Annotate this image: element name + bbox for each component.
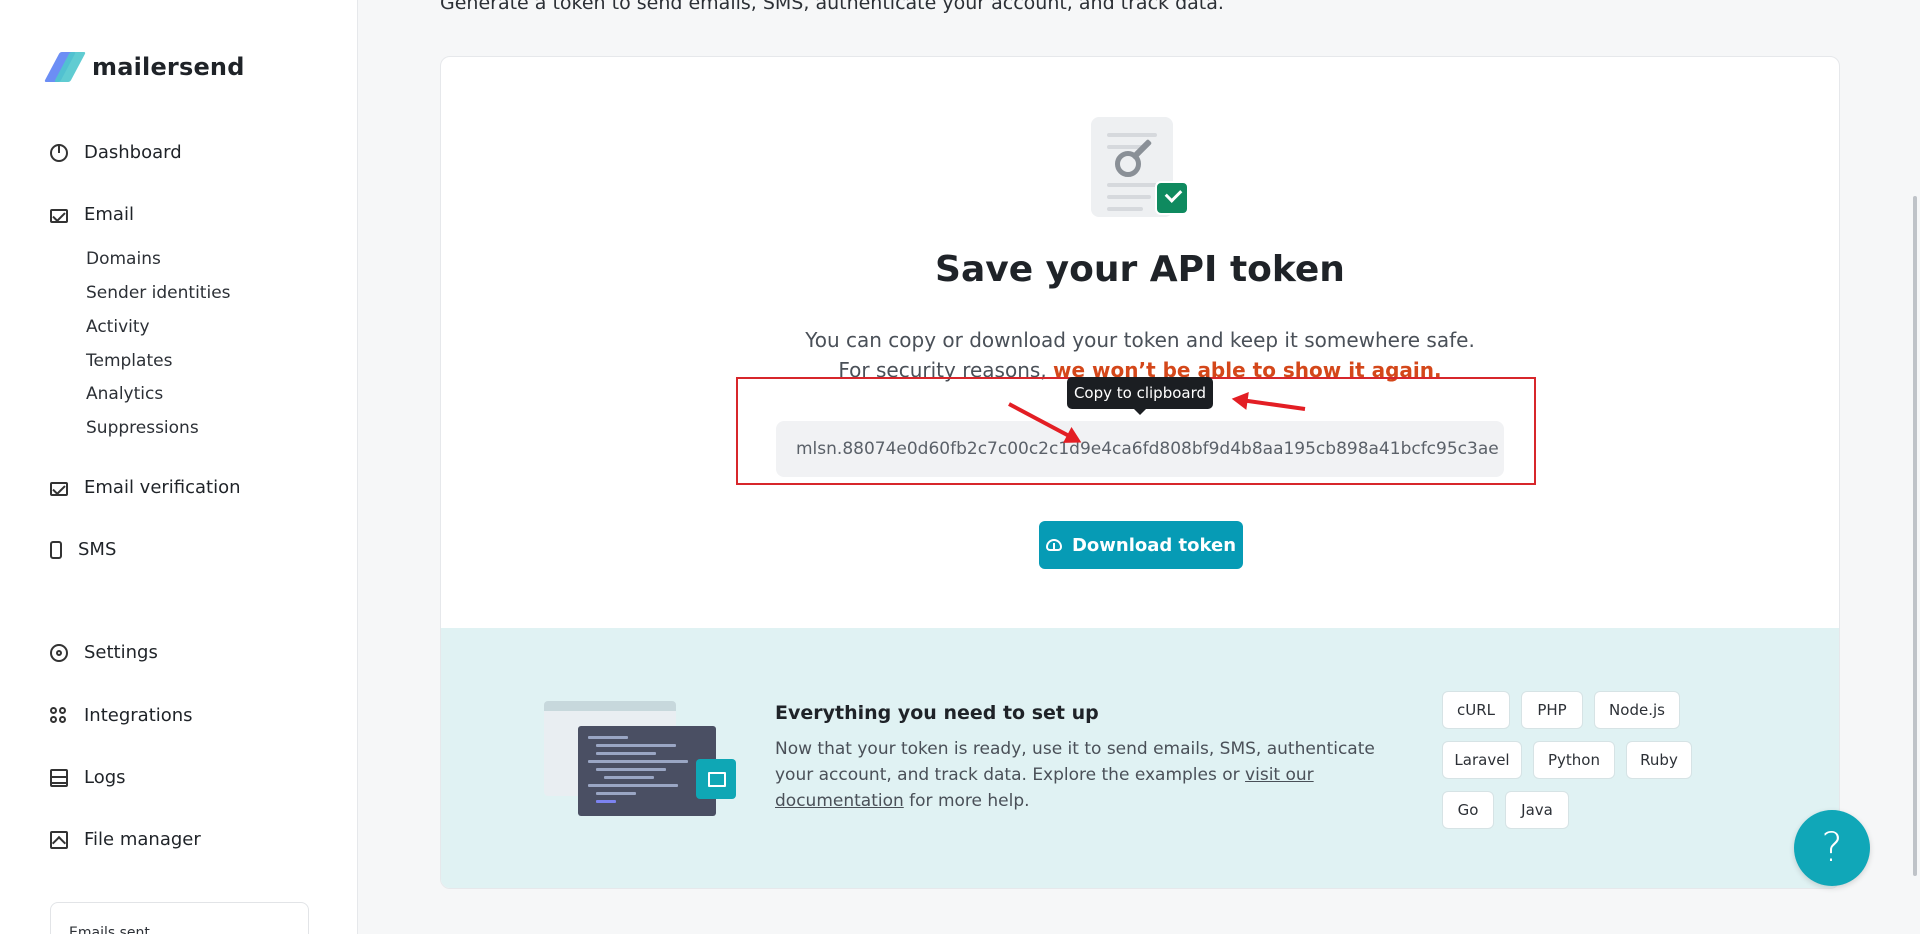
sidebar-item-label: Email verification [84, 477, 241, 498]
setup-title: Everything you need to set up [775, 702, 1099, 724]
download-token-button[interactable]: Download token [1039, 521, 1243, 569]
sidebar-item-label: Logs [84, 767, 126, 788]
token-card: Save your API token You can copy or down… [440, 56, 1840, 889]
sidebar-subitem-analytics[interactable]: Analytics [86, 384, 163, 404]
sidebar-subitem-templates[interactable]: Templates [86, 351, 172, 371]
sidebar-item-label: Integrations [84, 705, 193, 726]
page-description: Generate a token to send emails, SMS, au… [440, 0, 1224, 14]
integrations-icon [50, 706, 68, 725]
check-icon [1155, 181, 1189, 215]
gear-icon [50, 643, 68, 662]
sidebar-item-dashboard[interactable]: Dashboard [50, 142, 182, 163]
sidebar-item-label: Dashboard [84, 142, 182, 163]
emails-sent-widget: Emails sent [50, 902, 309, 934]
emails-sent-label: Emails sent [69, 925, 150, 934]
copy-tooltip: Copy to clipboard [1067, 377, 1213, 415]
logo-icon [44, 52, 86, 82]
chip-php[interactable]: PHP [1521, 691, 1583, 729]
sidebar-item-label: File manager [84, 829, 201, 850]
sms-icon [50, 540, 62, 559]
chip-python[interactable]: Python [1533, 741, 1615, 779]
sidebar-item-file-manager[interactable]: File manager [50, 829, 201, 850]
setup-section: Everything you need to set up Now that y… [441, 628, 1839, 888]
help-button[interactable]: ? [1794, 810, 1870, 886]
logo[interactable]: mailersend [44, 52, 245, 82]
email-verification-icon [50, 481, 68, 496]
code-illustration-icon [544, 701, 736, 816]
hero-line-1: You can copy or download your token and … [805, 328, 1475, 352]
chip-go[interactable]: Go [1442, 791, 1494, 829]
sidebar-item-label: SMS [78, 539, 117, 560]
sidebar-item-label: Email [84, 204, 134, 225]
setup-description: Now that your token is ready, use it to … [775, 736, 1415, 814]
setup-desc-suffix: for more help. [903, 791, 1030, 811]
api-key-document-icon [1091, 117, 1191, 217]
chip-curl[interactable]: cURL [1442, 691, 1510, 729]
page-title: Save your API token [935, 249, 1345, 290]
sidebar-item-logs[interactable]: Logs [50, 767, 126, 788]
chip-nodejs[interactable]: Node.js [1594, 691, 1680, 729]
sidebar-item-sms[interactable]: SMS [50, 539, 116, 560]
sidebar-item-email[interactable]: Email [50, 204, 134, 225]
sidebar-item-settings[interactable]: Settings [50, 642, 158, 663]
sidebar-subitem-suppressions[interactable]: Suppressions [86, 418, 199, 438]
file-manager-icon [50, 830, 68, 849]
sidebar-item-integrations[interactable]: Integrations [50, 705, 193, 726]
sidebar-item-label: Settings [84, 642, 158, 663]
logo-text: mailersend [92, 53, 245, 81]
cloud-download-icon [1045, 539, 1062, 551]
chip-ruby[interactable]: Ruby [1626, 741, 1692, 779]
hero-description: You can copy or download your token and … [441, 325, 1839, 385]
sidebar-subitem-domains[interactable]: Domains [86, 249, 161, 269]
chip-java[interactable]: Java [1505, 791, 1569, 829]
sidebar-item-email-verification[interactable]: Email verification [50, 477, 241, 498]
sidebar-subitem-sender-identities[interactable]: Sender identities [86, 283, 231, 303]
sidebar: mailersend Dashboard Email Domains Sende… [0, 0, 358, 934]
scrollbar[interactable] [1913, 196, 1917, 876]
mail-icon [696, 759, 736, 799]
dashboard-icon [50, 143, 68, 162]
download-token-label: Download token [1071, 534, 1237, 556]
logs-icon [50, 768, 68, 787]
chip-laravel[interactable]: Laravel [1442, 741, 1522, 779]
sidebar-subitem-activity[interactable]: Activity [86, 317, 150, 337]
email-icon [50, 208, 68, 223]
